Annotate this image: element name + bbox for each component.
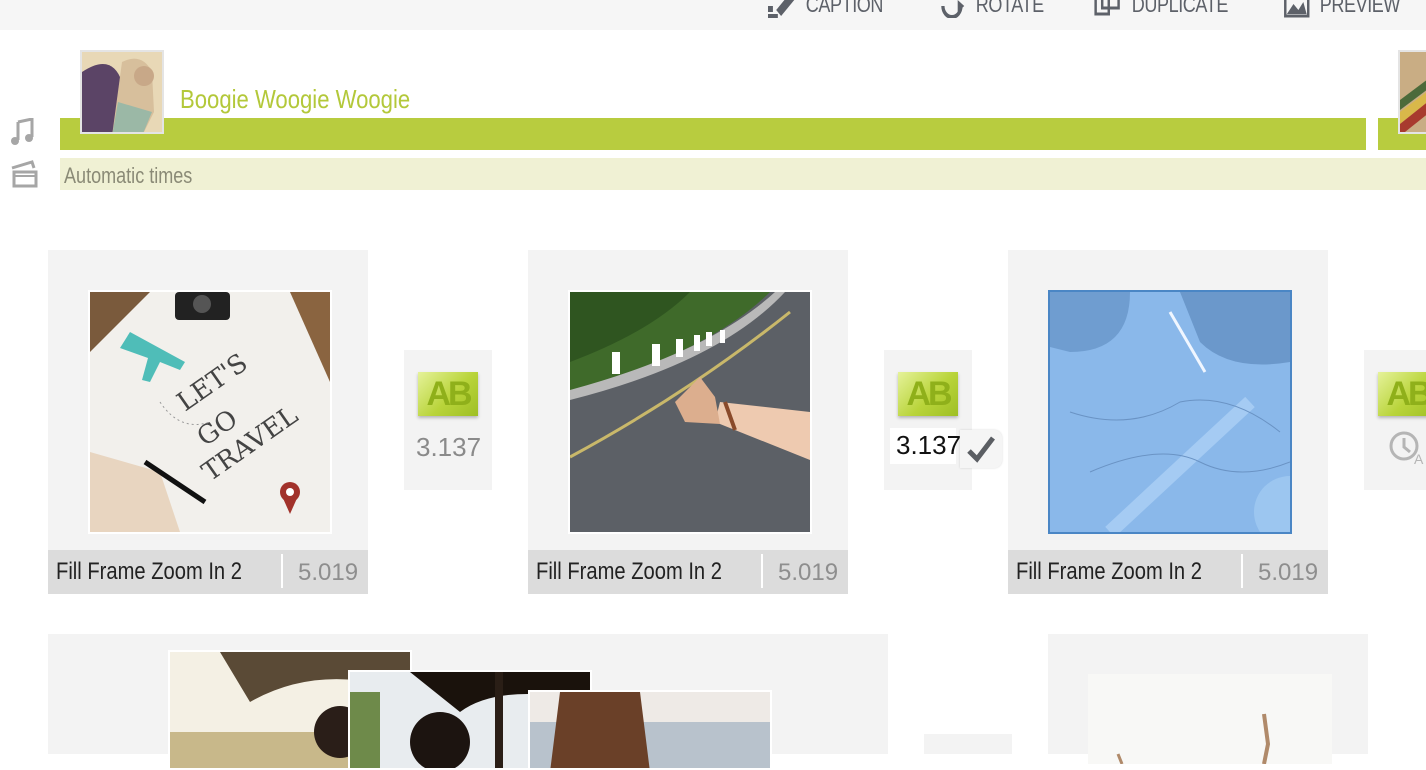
music-track-title: Boogie Woogie Woogie: [180, 84, 411, 114]
divider: [1241, 554, 1243, 588]
rotate-button[interactable]: ROTATE: [938, 0, 1044, 20]
collage-photo: [528, 690, 772, 770]
slide-footer: Fill Frame Zoom In 2 5.019: [528, 550, 848, 594]
slide-duration[interactable]: 5.019: [778, 559, 838, 587]
preview-image-icon: [1284, 0, 1310, 18]
duplicate-icon: [1094, 0, 1120, 16]
caption-button[interactable]: CAPTION: [768, 0, 883, 20]
toolbar: CAPTION ROTATE DUPLICATE PREVIEW: [0, 0, 1426, 30]
preview-label: PREVIEW: [1319, 0, 1401, 17]
slide-effect-label[interactable]: Fill Frame Zoom In 2: [56, 558, 242, 586]
timing-label: Automatic times: [64, 163, 193, 188]
slide-duration[interactable]: 5.019: [298, 559, 358, 587]
duplicate-label: DUPLICATE: [1131, 0, 1229, 17]
caption-label: CAPTION: [805, 0, 884, 17]
transition-duration[interactable]: 3.137: [416, 432, 481, 463]
rotate-icon: [941, 0, 965, 18]
album-art: [80, 50, 164, 134]
slide-card[interactable]: [1048, 634, 1368, 764]
music-note-icon: [10, 117, 36, 151]
slide-footer: Fill Frame Zoom In 2 5.019: [1008, 550, 1328, 594]
caption-pencil-icon: [768, 0, 795, 18]
slide-card[interactable]: Fill Frame Zoom In 2 5.019: [528, 250, 848, 594]
slide-card[interactable]: Fill Frame Zoom In 2 5.019: [1008, 250, 1328, 594]
duplicate-button[interactable]: DUPLICATE: [1094, 0, 1228, 20]
slide-card-collage[interactable]: [48, 634, 888, 770]
slide-thumbnail[interactable]: [1088, 674, 1332, 764]
slide-thumbnail-selected[interactable]: [1048, 290, 1292, 534]
auto-time-clock-icon[interactable]: A: [1388, 430, 1426, 471]
slide-duration[interactable]: 5.019: [1258, 559, 1318, 587]
transition-ab-icon[interactable]: AB: [1378, 372, 1426, 416]
divider: [761, 554, 763, 588]
rotate-label: ROTATE: [975, 0, 1044, 17]
slide-card[interactable]: LET'S GO TRAVEL Fill Frame Zoom In 2 5.0…: [48, 250, 368, 594]
album-art-next: [1398, 50, 1426, 134]
transition-card[interactable]: AB 3.137: [404, 350, 492, 490]
transition-duration-input[interactable]: 3.137: [890, 428, 961, 464]
transition-ab-icon[interactable]: AB: [418, 372, 478, 416]
slide-effect-label[interactable]: Fill Frame Zoom In 2: [536, 558, 722, 586]
transition-card[interactable]: AB A: [1364, 350, 1426, 490]
slide-thumbnail[interactable]: [568, 290, 812, 534]
clapperboard-icon: [10, 160, 38, 193]
music-track-bar[interactable]: [60, 118, 1366, 150]
slide-thumbnail[interactable]: LET'S GO TRAVEL: [88, 290, 332, 534]
preview-button[interactable]: PREVIEW: [1282, 0, 1400, 20]
divider: [281, 554, 283, 588]
confirm-button[interactable]: [960, 430, 1002, 468]
slide-footer: Fill Frame Zoom In 2 5.019: [48, 550, 368, 594]
checkmark-icon: [967, 436, 995, 463]
timing-bar[interactable]: [60, 158, 1426, 190]
transition-card[interactable]: AB 3.137: [884, 350, 1002, 490]
slide-effect-label[interactable]: Fill Frame Zoom In 2: [1016, 558, 1202, 586]
transition-card-partial[interactable]: [924, 734, 1012, 754]
transition-ab-icon[interactable]: AB: [898, 372, 958, 416]
svg-text:A: A: [1414, 451, 1424, 466]
